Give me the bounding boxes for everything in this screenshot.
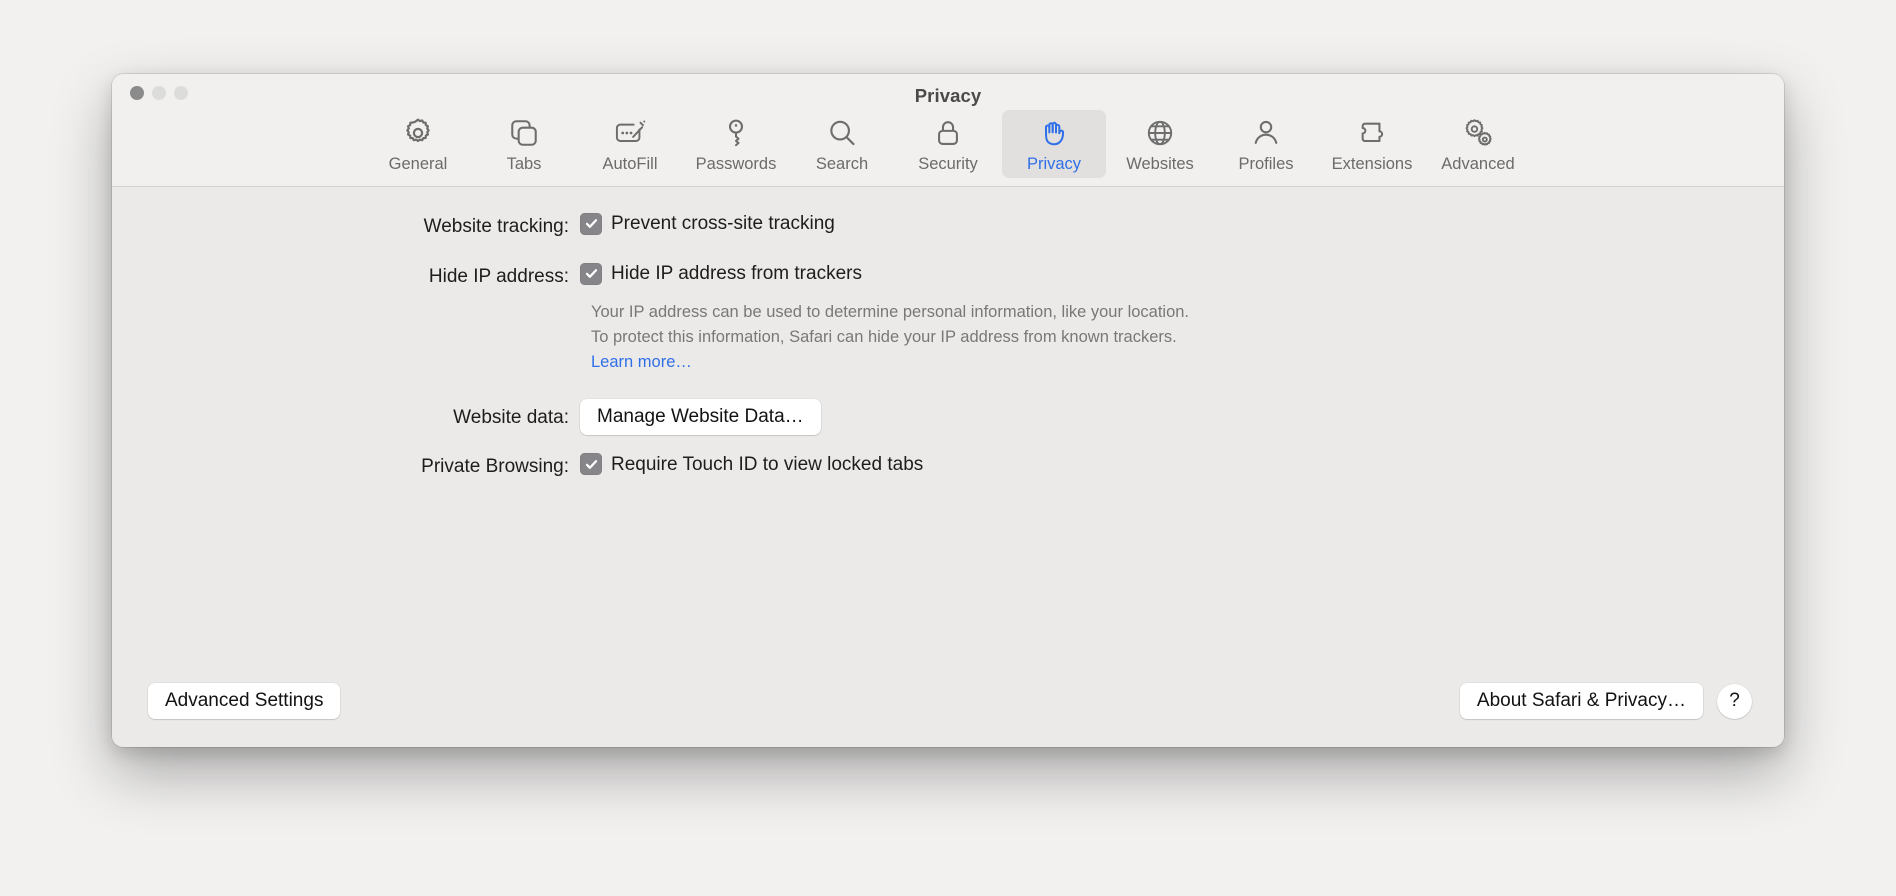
magnifier-icon [826,116,858,150]
key-icon [720,116,752,150]
autofill-icon [613,116,647,150]
hide-ip-helper-text: Your IP address can be used to determine… [591,300,1191,376]
privacy-settings-pane: Website tracking: Prevent cross-site tra… [112,186,1784,747]
titlebar: Privacy General Tabs AutoFill Passwords … [112,74,1784,187]
tab-advanced-label: Advanced [1441,155,1515,173]
gear-icon [401,116,435,150]
hide-ip-address-label: Hide IP address: [428,265,569,287]
privacy-settings-window: Privacy General Tabs AutoFill Passwords … [112,74,1784,747]
person-icon [1250,116,1282,150]
row-hide-ip-address: Hide IP address: Hide IP address from tr… [112,262,1784,287]
tab-profiles[interactable]: Profiles [1214,110,1318,178]
private-browsing-label: Private Browsing: [421,456,569,478]
minimize-button[interactable] [152,86,166,100]
footer-bar: Advanced Settings About Safari & Privacy… [112,683,1784,719]
tab-search[interactable]: Search [790,110,894,178]
settings-tab-strip: General Tabs AutoFill Passwords Search S… [112,106,1784,186]
tab-passwords-label: Passwords [695,155,777,173]
tab-profiles-label: Profiles [1238,155,1294,173]
tab-websites-label: Websites [1126,155,1194,173]
manage-website-data-button[interactable]: Manage Website Data… [580,399,821,436]
prevent-cross-site-tracking-checkbox[interactable] [580,212,602,235]
tab-passwords[interactable]: Passwords [684,110,788,178]
row-website-tracking: Website tracking: Prevent cross-site tra… [112,212,1784,237]
require-touch-id-checkbox[interactable] [580,453,602,476]
window-title: Privacy [914,85,982,106]
require-touch-id-label[interactable]: Require Touch ID to view locked tabs [611,455,923,474]
tab-websites[interactable]: Websites [1108,110,1212,178]
window-controls [130,86,188,100]
hide-ip-from-trackers-label[interactable]: Hide IP address from trackers [611,264,862,283]
tab-autofill-label: AutoFill [602,155,658,173]
hide-ip-helper-body: Your IP address can be used to determine… [591,302,1190,346]
tab-security-label: Security [918,155,978,173]
tab-autofill[interactable]: AutoFill [578,110,682,178]
advanced-settings-button[interactable]: Advanced Settings [148,683,341,719]
row-private-browsing: Private Browsing: Require Touch ID to vi… [112,453,1784,476]
tab-security[interactable]: Security [896,110,1000,178]
help-button[interactable]: ? [1717,683,1752,719]
lock-icon [932,116,964,150]
tab-general[interactable]: General [366,110,470,178]
zoom-button[interactable] [174,86,188,100]
tab-advanced[interactable]: Advanced [1426,110,1530,178]
close-button[interactable] [130,86,144,100]
about-safari-privacy-button[interactable]: About Safari & Privacy… [1459,683,1703,719]
tabs-icon [508,116,540,150]
website-tracking-label: Website tracking: [423,215,569,237]
tab-general-label: General [388,155,448,173]
puzzle-piece-icon [1356,116,1388,150]
hand-icon [1038,116,1070,150]
row-website-data: Website data: Manage Website Data… [112,399,1784,436]
tab-privacy-label: Privacy [1026,155,1082,173]
tab-tabs[interactable]: Tabs [472,110,576,178]
learn-more-link[interactable]: Learn more… [591,353,692,371]
website-data-label: Website data: [453,406,569,428]
hide-ip-from-trackers-checkbox[interactable] [580,262,602,285]
tab-extensions-label: Extensions [1331,155,1413,173]
tab-tabs-label: Tabs [506,155,542,173]
tab-search-label: Search [815,155,869,173]
gears-icon [1461,116,1495,150]
globe-icon [1144,116,1176,150]
tab-extensions[interactable]: Extensions [1320,110,1424,178]
tab-privacy[interactable]: Privacy [1002,110,1106,178]
prevent-cross-site-tracking-label[interactable]: Prevent cross-site tracking [611,214,835,233]
